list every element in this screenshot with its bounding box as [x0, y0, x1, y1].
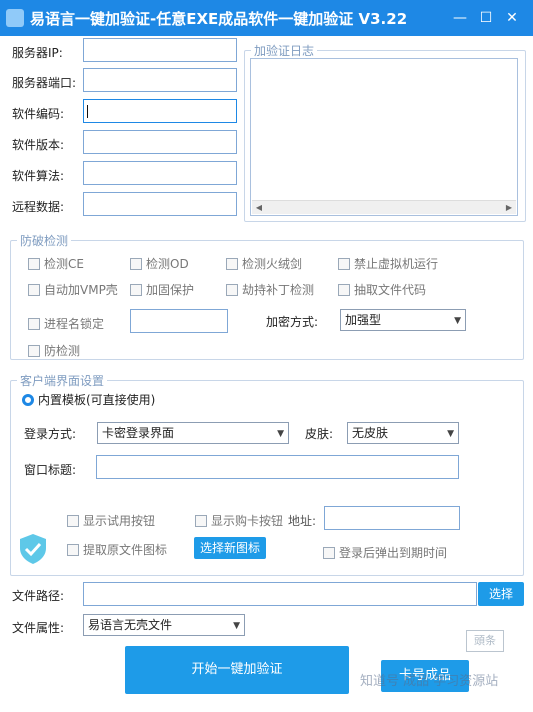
server-port-label: 服务器端口:: [12, 76, 77, 90]
check-ce-checkbox[interactable]: 检测CE: [28, 255, 84, 272]
software-version-label: 软件版本:: [12, 138, 65, 152]
minimize-button[interactable]: —: [450, 8, 470, 28]
window-title: 易语言一键加验证-任意EXE成品软件一键加验证 V3.22: [30, 10, 408, 28]
server-port-input[interactable]: [83, 68, 237, 92]
extract-icon-checkbox[interactable]: 提取原文件图标: [67, 541, 167, 558]
extract-code-checkbox[interactable]: 抽取文件代码: [338, 281, 426, 298]
file-path-label: 文件路径:: [12, 589, 65, 603]
login-mode-select[interactable]: 卡密登录界面 ▼: [97, 422, 289, 444]
file-attr-label: 文件属性:: [12, 621, 65, 635]
protect-group-title: 防破检测: [20, 234, 69, 248]
checkbox-box: [226, 283, 238, 296]
text-caret: [87, 105, 88, 118]
log-group-title: 加验证日志: [254, 44, 315, 58]
check-huorong-checkbox[interactable]: 检测火绒剑: [226, 255, 302, 272]
remote-data-label: 远程数据:: [12, 200, 65, 214]
close-button[interactable]: ✕: [502, 8, 522, 28]
radio-dot: [22, 393, 34, 406]
title-bar: 易语言一键加验证-任意EXE成品软件一键加验证 V3.22 — ☐ ✕: [0, 0, 533, 36]
software-code-input[interactable]: [83, 99, 237, 123]
scroll-right-icon[interactable]: ▶: [502, 201, 516, 215]
harden-checkbox[interactable]: 加固保护: [130, 281, 194, 298]
server-ip-input[interactable]: [83, 38, 237, 62]
chevron-down-icon: ▼: [447, 429, 454, 439]
chevron-down-icon: ▼: [233, 621, 240, 631]
skin-select[interactable]: 无皮肤 ▼: [347, 422, 459, 444]
checkbox-box: [323, 546, 335, 559]
choose-icon-button[interactable]: 选择新图标: [194, 537, 266, 559]
process-name-input[interactable]: [130, 309, 228, 333]
choose-file-button[interactable]: 选择: [478, 582, 524, 606]
scroll-left-icon[interactable]: ◀: [252, 201, 266, 215]
file-attr-select[interactable]: 易语言无壳文件 ▼: [83, 614, 245, 636]
login-mode-label: 登录方式:: [24, 427, 77, 441]
checkbox-box: [67, 514, 79, 527]
encrypt-label: 加密方式:: [266, 315, 319, 329]
checkbox-box: [28, 317, 40, 330]
process-lock-checkbox[interactable]: 进程名锁定: [28, 315, 104, 332]
window-title-label: 窗口标题:: [24, 463, 77, 477]
show-buy-checkbox[interactable]: 显示购卡按钮: [195, 512, 283, 529]
anti-detect-checkbox[interactable]: 防检测: [28, 342, 80, 359]
popup-expire-checkbox[interactable]: 登录后弹出到期时间: [323, 544, 447, 561]
watermark-text: 知道号 成品 学习资源站: [360, 674, 499, 689]
check-od-checkbox[interactable]: 检测OD: [130, 255, 189, 272]
auto-vmp-checkbox[interactable]: 自动加VMP壳: [28, 281, 118, 298]
checkbox-box: [67, 543, 79, 556]
shield-icon: [20, 534, 46, 564]
start-button[interactable]: 开始一键加验证: [125, 646, 349, 694]
log-textarea[interactable]: ◀ ▶: [250, 58, 518, 216]
software-algo-input[interactable]: [83, 161, 237, 185]
software-algo-label: 软件算法:: [12, 169, 65, 183]
checkbox-box: [28, 257, 40, 270]
software-version-input[interactable]: [83, 130, 237, 154]
maximize-button[interactable]: ☐: [476, 8, 496, 28]
checkbox-box: [195, 514, 207, 527]
app-icon: [6, 9, 24, 27]
checkbox-box: [130, 257, 142, 270]
file-path-input[interactable]: [83, 582, 477, 606]
address-input[interactable]: [324, 506, 460, 530]
checkbox-box: [338, 283, 350, 296]
checkbox-box: [338, 257, 350, 270]
checkbox-box: [28, 344, 40, 357]
watermark-logo: 頭条: [466, 630, 504, 652]
builtin-template-radio[interactable]: 内置模板(可直接使用): [22, 391, 155, 408]
window-title-input[interactable]: [96, 455, 459, 479]
app-window: 易语言一键加验证-任意EXE成品软件一键加验证 V3.22 — ☐ ✕ 服务器I…: [0, 0, 533, 712]
block-vm-checkbox[interactable]: 禁止虚拟机运行: [338, 255, 438, 272]
remote-data-input[interactable]: [83, 192, 237, 216]
hijack-patch-checkbox[interactable]: 劫持补丁检测: [226, 281, 314, 298]
chevron-down-icon: ▼: [454, 316, 461, 326]
chevron-down-icon: ▼: [277, 429, 284, 439]
software-code-label: 软件编码:: [12, 107, 65, 121]
show-trial-checkbox[interactable]: 显示试用按钮: [67, 512, 155, 529]
log-horizontal-scrollbar[interactable]: ◀ ▶: [252, 200, 516, 214]
client-group-title: 客户端界面设置: [20, 374, 105, 388]
server-ip-label: 服务器IP:: [12, 46, 63, 60]
checkbox-box: [226, 257, 238, 270]
skin-label: 皮肤:: [305, 427, 334, 441]
checkbox-box: [130, 283, 142, 296]
encrypt-select[interactable]: 加强型 ▼: [340, 309, 466, 331]
address-label: 地址:: [288, 514, 317, 528]
checkbox-box: [28, 283, 40, 296]
